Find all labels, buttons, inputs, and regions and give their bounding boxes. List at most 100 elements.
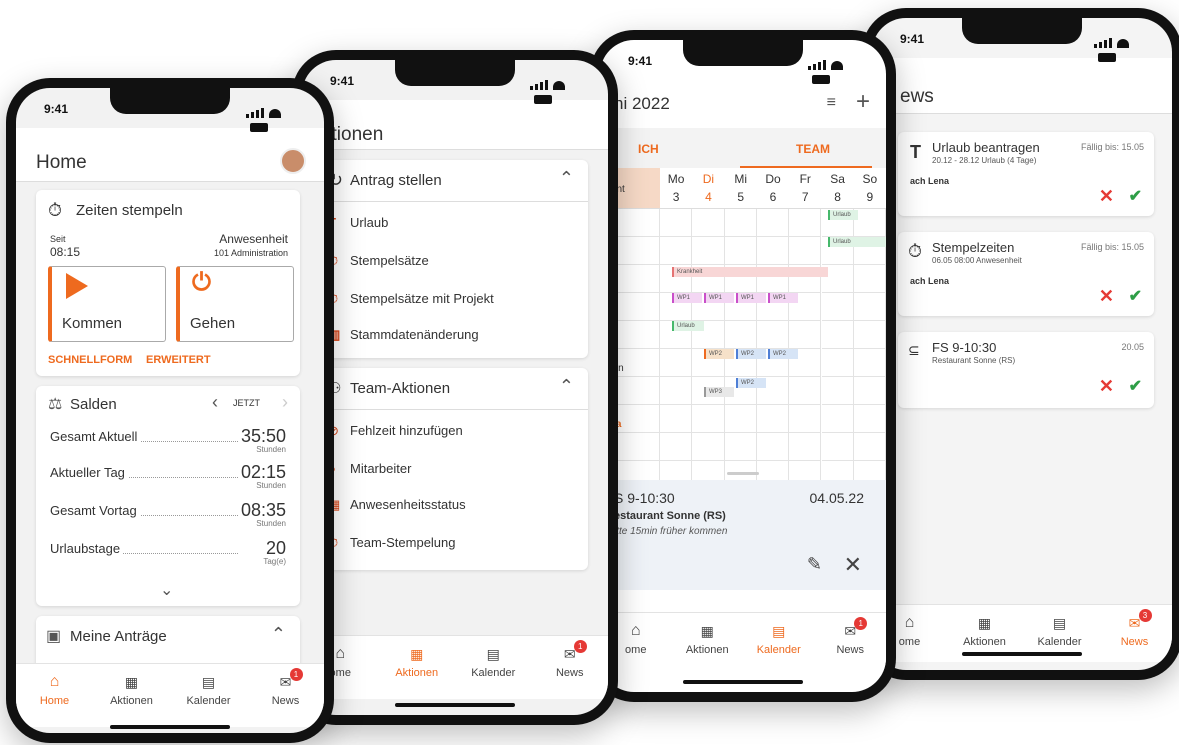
calendar-cell[interactable] xyxy=(853,405,886,433)
calendar-cell[interactable] xyxy=(853,349,886,377)
chevron-left-icon[interactable]: ‹ xyxy=(212,392,218,413)
action-stempelsaetze-projekt[interactable]: ⏱Stempelsätze mit Projekt xyxy=(322,280,588,318)
calendar-cell[interactable] xyxy=(660,349,693,377)
calendar-cell[interactable] xyxy=(692,405,725,433)
calendar-cell[interactable] xyxy=(724,321,757,349)
calendar-cell[interactable] xyxy=(660,377,693,405)
erweitert-link[interactable]: ERWEITERT xyxy=(146,354,211,366)
news-item[interactable]: ⊆ FS 9-10:30 20.05 Restaurant Sonne (RS)… xyxy=(898,332,1154,408)
event-wp2[interactable]: WP2 xyxy=(704,349,734,359)
calendar-cell[interactable] xyxy=(756,237,790,265)
calendar-cell[interactable] xyxy=(789,209,822,237)
tab-news[interactable]: ✉ 1 News xyxy=(815,613,887,676)
tab-news[interactable]: ✉ 3 News xyxy=(1097,605,1172,662)
tab-kalender[interactable]: ▤ Kalender xyxy=(170,664,247,727)
action-team-stempelung[interactable]: ⏱Team-Stempelung xyxy=(322,524,588,562)
avatar[interactable] xyxy=(280,148,306,174)
chevron-up-icon[interactable]: ⌃ xyxy=(271,624,286,645)
calendar-cell[interactable] xyxy=(724,209,757,237)
calendar-cell[interactable] xyxy=(821,433,854,461)
action-fehlzeit[interactable]: ⊘Fehlzeit hinzufügen xyxy=(322,412,588,450)
tab-aktionen[interactable]: ▦ Aktionen xyxy=(379,636,456,699)
action-anwesenheitsstatus[interactable]: ▦ Anwesenheitsstatus xyxy=(322,486,588,524)
event-krankheit[interactable]: Krankheit xyxy=(672,267,828,277)
chevron-up-icon[interactable]: ⌃ xyxy=(559,168,574,189)
approve-icon[interactable]: ✔ xyxy=(1129,186,1142,206)
calendar-cell[interactable] xyxy=(821,405,854,433)
calendar-cell[interactable] xyxy=(660,405,693,433)
calendar-cell[interactable] xyxy=(821,349,854,377)
calendar-cell[interactable] xyxy=(692,209,725,237)
edit-icon[interactable]: ✎ xyxy=(807,554,822,575)
event-wp1[interactable]: WP1 xyxy=(704,293,734,303)
tab-aktionen[interactable]: ▦ Aktionen xyxy=(93,664,170,727)
chevron-right-icon[interactable]: › xyxy=(282,392,288,413)
event-wp2[interactable]: WP2 xyxy=(768,349,798,359)
news-item[interactable]: ⏱ Stempelzeiten Fällig bis: 15.05 06.05 … xyxy=(898,232,1154,316)
chevron-up-icon[interactable]: ⌃ xyxy=(559,376,574,397)
gehen-button[interactable]: ⏻ Gehen xyxy=(176,266,294,342)
calendar-cell[interactable] xyxy=(853,321,886,349)
calendar-cell[interactable] xyxy=(789,377,822,405)
approve-icon[interactable]: ✔ xyxy=(1129,376,1142,396)
reject-icon[interactable]: ✕ xyxy=(1099,376,1114,397)
tab-news[interactable]: ✉ 1 News xyxy=(247,664,324,727)
action-stempelsaetze[interactable]: ⏱Stempelsätze xyxy=(322,242,588,280)
calendar-cell[interactable] xyxy=(756,321,790,349)
calendar-cell[interactable] xyxy=(660,433,693,461)
event-wp2[interactable]: WP2 xyxy=(736,349,766,359)
jetzt-label[interactable]: JETZT xyxy=(233,398,260,408)
calendar-cell[interactable] xyxy=(756,405,790,433)
event-wp2[interactable]: WP2 xyxy=(736,378,766,388)
reject-icon[interactable]: ✕ xyxy=(1099,186,1114,207)
calendar-cell[interactable] xyxy=(789,405,822,433)
tab-kalender[interactable]: ▤ Kalender xyxy=(455,636,532,699)
tab-ich[interactable]: ICH xyxy=(638,142,659,156)
event-wp3[interactable]: WP3 xyxy=(704,387,734,397)
tab-news[interactable]: ✉ 1 News xyxy=(532,636,609,699)
calendar-cell[interactable] xyxy=(692,433,725,461)
news-item[interactable]: T Urlaub beantragen Fällig bis: 15.05 20… xyxy=(898,132,1154,216)
calendar-cell[interactable] xyxy=(853,209,886,237)
close-icon[interactable]: ✕ xyxy=(844,552,862,578)
filter-icon[interactable]: ≡ xyxy=(827,94,836,112)
calendar-cell[interactable] xyxy=(789,433,822,461)
schnellform-link[interactable]: SCHNELLFORM xyxy=(48,354,132,366)
drag-handle[interactable] xyxy=(727,472,759,475)
calendar-cell[interactable] xyxy=(853,265,886,293)
calendar-cell[interactable] xyxy=(789,321,822,349)
calendar-cell[interactable] xyxy=(853,293,886,321)
calendar-cell[interactable] xyxy=(692,237,725,265)
tab-kalender[interactable]: ▤ Kalender xyxy=(743,613,815,676)
tab-home[interactable]: ⌂ Home xyxy=(16,664,93,727)
action-mitarbeiter[interactable]: ●Mitarbeiter xyxy=(322,450,588,488)
calendar-cell[interactable] xyxy=(756,433,790,461)
chevron-down-icon[interactable]: ⌄ xyxy=(160,580,173,600)
add-icon[interactable]: + xyxy=(856,88,870,116)
antrag-header[interactable]: ↻ Antrag stellen ⌃ xyxy=(322,160,588,202)
reject-icon[interactable]: ✕ xyxy=(1099,286,1114,307)
tab-team[interactable]: TEAM xyxy=(796,142,830,156)
event-urlaub[interactable]: Urlaub xyxy=(672,321,704,331)
team-header[interactable]: ⚇ Team-Aktionen ⌃ xyxy=(322,368,588,410)
calendar-cell[interactable] xyxy=(789,237,822,265)
calendar-cell[interactable] xyxy=(724,237,757,265)
calendar-cell[interactable] xyxy=(756,209,790,237)
calendar-cell[interactable] xyxy=(660,237,693,265)
calendar-cell[interactable] xyxy=(853,433,886,461)
calendar-cell[interactable] xyxy=(821,293,854,321)
event-urlaub[interactable]: Urlaub xyxy=(828,210,858,220)
event-wp1[interactable]: WP1 xyxy=(672,293,702,303)
calendar-cell[interactable] xyxy=(853,377,886,405)
calendar-cell[interactable] xyxy=(724,433,757,461)
action-stammdaten[interactable]: ▥ Stammdatenänderung xyxy=(322,316,588,354)
tab-aktionen[interactable]: ▦ Aktionen xyxy=(672,613,744,676)
event-wp1[interactable]: WP1 xyxy=(768,293,798,303)
action-urlaub[interactable]: TUrlaub xyxy=(322,204,588,242)
event-urlaub[interactable]: Urlaub xyxy=(828,237,886,247)
calendar-cell[interactable] xyxy=(724,405,757,433)
kommen-button[interactable]: Kommen xyxy=(48,266,166,342)
calendar-cell[interactable] xyxy=(660,209,693,237)
calendar-cell[interactable] xyxy=(821,321,854,349)
approve-icon[interactable]: ✔ xyxy=(1129,286,1142,306)
